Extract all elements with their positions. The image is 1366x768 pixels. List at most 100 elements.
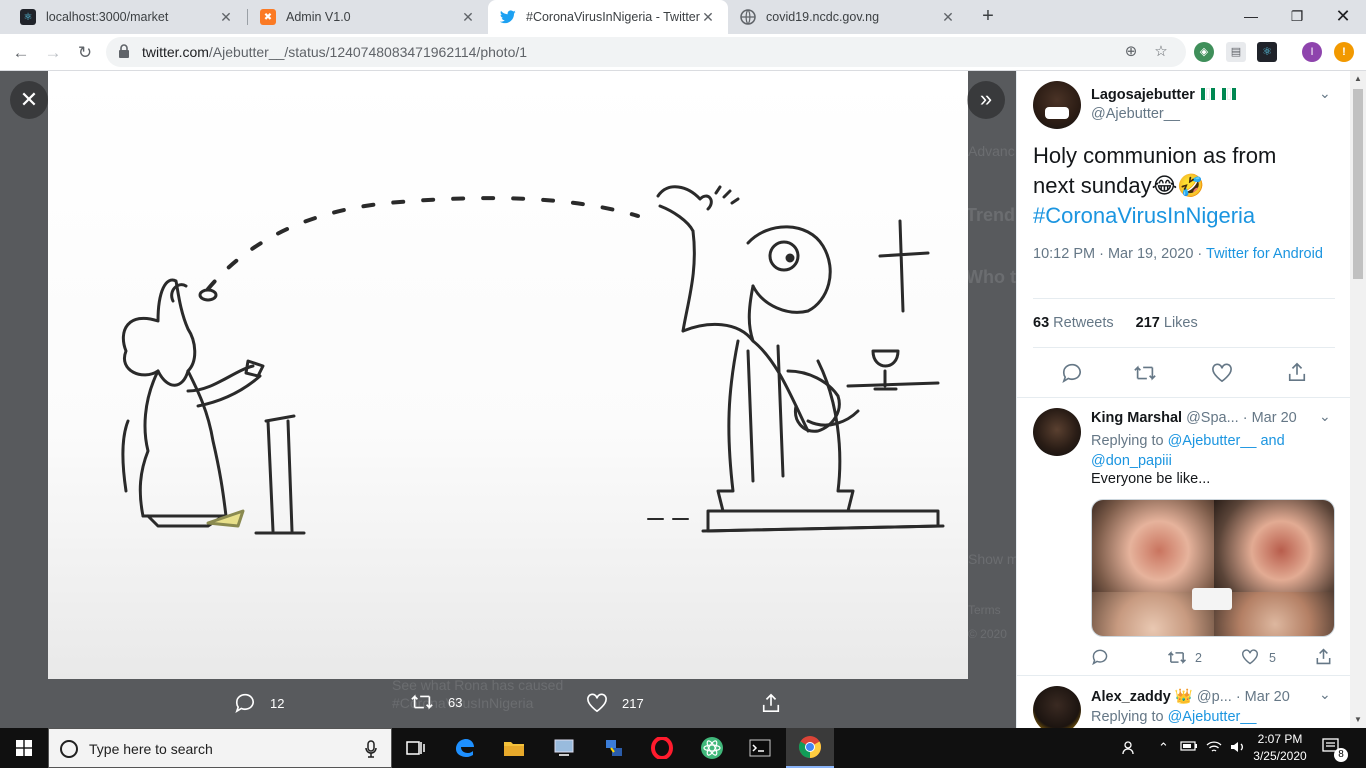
reply-actions: 2 5 — [1091, 648, 1332, 667]
chevron-down-icon[interactable]: ⌄ — [1319, 408, 1331, 425]
extension-icon[interactable]: ◈ — [1194, 42, 1214, 62]
reply-date[interactable]: · Mar 20 — [1236, 689, 1290, 705]
chrome-browser-icon[interactable] — [786, 728, 834, 768]
replying-to-link[interactable]: @Ajebutter__ — [1168, 709, 1257, 725]
hashtag-link[interactable]: #CoronaVirusInNigeria — [1033, 201, 1333, 231]
battery-icon[interactable] — [1180, 740, 1198, 755]
author-handle[interactable]: @Ajebutter__ — [1091, 106, 1180, 122]
reload-button[interactable]: ↻ — [72, 40, 98, 66]
reply-count: 12 — [270, 695, 285, 711]
heart-icon[interactable] — [1241, 649, 1259, 665]
scroll-up-arrow[interactable]: ▲ — [1350, 71, 1366, 87]
microphone-icon[interactable] — [365, 740, 377, 758]
close-tab-icon[interactable]: ✕ — [700, 9, 716, 25]
scroll-down-arrow[interactable]: ▼ — [1350, 712, 1366, 728]
reply-date[interactable]: · Mar 20 — [1243, 410, 1297, 426]
like-button[interactable]: 217 — [586, 693, 644, 713]
background-text: Show m — [968, 551, 1016, 567]
atom-editor-icon[interactable] — [688, 728, 736, 768]
replying-to-link[interactable]: @Ajebutter__ — [1168, 433, 1257, 449]
forward-button[interactable]: → — [40, 40, 66, 66]
profile-avatar[interactable]: I — [1302, 42, 1322, 62]
retweets-stat[interactable]: 63 Retweets — [1033, 315, 1114, 331]
share-icon[interactable] — [1315, 648, 1332, 665]
taskbar-clock[interactable]: 2:07 PM 3/25/2020 — [1250, 731, 1310, 765]
tab-title: covid19.ncdc.gov.ng — [766, 10, 880, 24]
start-button[interactable] — [0, 728, 48, 768]
chevron-down-icon[interactable]: ⌄ — [1319, 686, 1331, 703]
wifi-icon[interactable] — [1206, 740, 1222, 757]
chevron-down-icon[interactable]: ⌄ — [1319, 85, 1331, 102]
share-button[interactable] — [761, 693, 795, 713]
media-panel — [1092, 500, 1214, 592]
reply-icon — [235, 693, 254, 713]
volume-icon[interactable] — [1230, 740, 1246, 757]
minimize-button[interactable]: — — [1228, 0, 1274, 34]
chevron-up-icon[interactable]: ⌃ — [1158, 740, 1169, 756]
extension-icon[interactable]: ▤ — [1226, 42, 1246, 62]
tab-admin[interactable]: ✖ Admin V1.0 ✕ — [248, 0, 488, 34]
retweet-icon[interactable] — [1167, 650, 1187, 665]
nigeria-flag-icon — [1222, 88, 1237, 104]
terminal-icon[interactable] — [736, 728, 784, 768]
tweet-photo — [48, 71, 968, 679]
share-icon[interactable] — [1287, 362, 1307, 382]
retweet-icon — [411, 694, 433, 710]
maximize-button[interactable]: ❐ — [1274, 0, 1320, 34]
scroll-thumb[interactable] — [1353, 89, 1363, 279]
retweet-button[interactable]: 63 — [410, 693, 462, 711]
close-viewer-button[interactable]: ✕ — [10, 81, 48, 119]
tab-twitter[interactable]: #CoronaVirusInNigeria - Twitter S ✕ — [488, 0, 728, 34]
new-tab-button[interactable]: + — [976, 5, 1000, 29]
people-icon[interactable] — [1122, 740, 1138, 759]
react-devtools-icon[interactable]: ⚛ — [1257, 42, 1277, 62]
likes-stat[interactable]: 217 Likes — [1136, 315, 1198, 331]
close-tab-icon[interactable]: ✕ — [940, 9, 956, 25]
update-alert-icon[interactable]: ! — [1334, 42, 1354, 62]
opera-browser-icon[interactable] — [638, 728, 686, 768]
tweet-text-line: next sunday😂🤣 — [1033, 171, 1333, 201]
tab-title: Admin V1.0 — [286, 10, 351, 24]
reply-author-handle[interactable]: @p... — [1197, 689, 1232, 705]
zoom-icon[interactable]: ⊕ — [1122, 43, 1140, 61]
replying-to: Replying to @Ajebutter__ — [1091, 709, 1256, 725]
heart-icon[interactable] — [1211, 363, 1233, 383]
tab-localhost-market[interactable]: ⚛ localhost:3000/market ✕ — [8, 0, 246, 34]
reply-author-handle[interactable]: @Spa... — [1186, 410, 1239, 426]
background-text: Trend — [966, 205, 1016, 225]
author-avatar[interactable] — [1033, 81, 1081, 129]
laughing-emoji-icon: 😂🤣 — [1151, 173, 1205, 198]
likes-label: Likes — [1163, 315, 1198, 331]
reply-icon[interactable] — [1061, 363, 1083, 383]
file-explorer-icon[interactable] — [490, 728, 538, 768]
taskbar-search[interactable]: Type here to search — [48, 728, 392, 768]
control-panel-icon[interactable] — [540, 728, 588, 768]
retweet-icon[interactable] — [1133, 364, 1157, 382]
reply-tweet[interactable]: King Marshal @Spa... · Mar 20 ⌄ Replying… — [1017, 397, 1350, 677]
reply-media-image[interactable] — [1091, 499, 1335, 637]
edge-browser-icon[interactable] — [440, 728, 488, 768]
tab-ncdc[interactable]: covid19.ncdc.gov.ng ✕ — [728, 0, 968, 34]
task-view-icon[interactable] — [392, 728, 440, 768]
page-scrollbar[interactable]: ▲ ▼ — [1350, 71, 1366, 728]
close-tab-icon[interactable]: ✕ — [218, 9, 234, 25]
replying-to-prefix: Replying to — [1091, 709, 1168, 725]
bookmark-star-icon[interactable]: ☆ — [1152, 43, 1170, 61]
window-close-button[interactable]: ✕ — [1320, 0, 1366, 34]
replying-to-link[interactable]: @don_papiii — [1091, 453, 1172, 469]
close-tab-icon[interactable]: ✕ — [460, 9, 476, 25]
tweet-source-link[interactable]: Twitter for Android — [1206, 246, 1323, 262]
back-button[interactable]: ← — [8, 40, 34, 66]
network-app-icon[interactable] — [590, 728, 638, 768]
reply-avatar[interactable] — [1033, 686, 1081, 728]
reply-like-count: 5 — [1269, 651, 1276, 665]
reply-button[interactable]: 12 — [234, 693, 284, 713]
reply-author-name[interactable]: Alex_zaddy — [1091, 689, 1171, 705]
reply-author-name[interactable]: King Marshal — [1091, 410, 1182, 426]
address-bar[interactable]: twitter.com/Ajebutter__/status/124074808… — [106, 37, 1186, 67]
author-name[interactable]: Lagosajebutter — [1091, 87, 1237, 104]
reply-icon[interactable] — [1091, 649, 1109, 665]
reply-tweet[interactable]: Alex_zaddy 👑 @p... · Mar 20 ⌄ Replying t… — [1017, 675, 1350, 728]
toggle-sidebar-button[interactable]: » — [967, 81, 1005, 119]
reply-avatar[interactable] — [1033, 408, 1081, 456]
